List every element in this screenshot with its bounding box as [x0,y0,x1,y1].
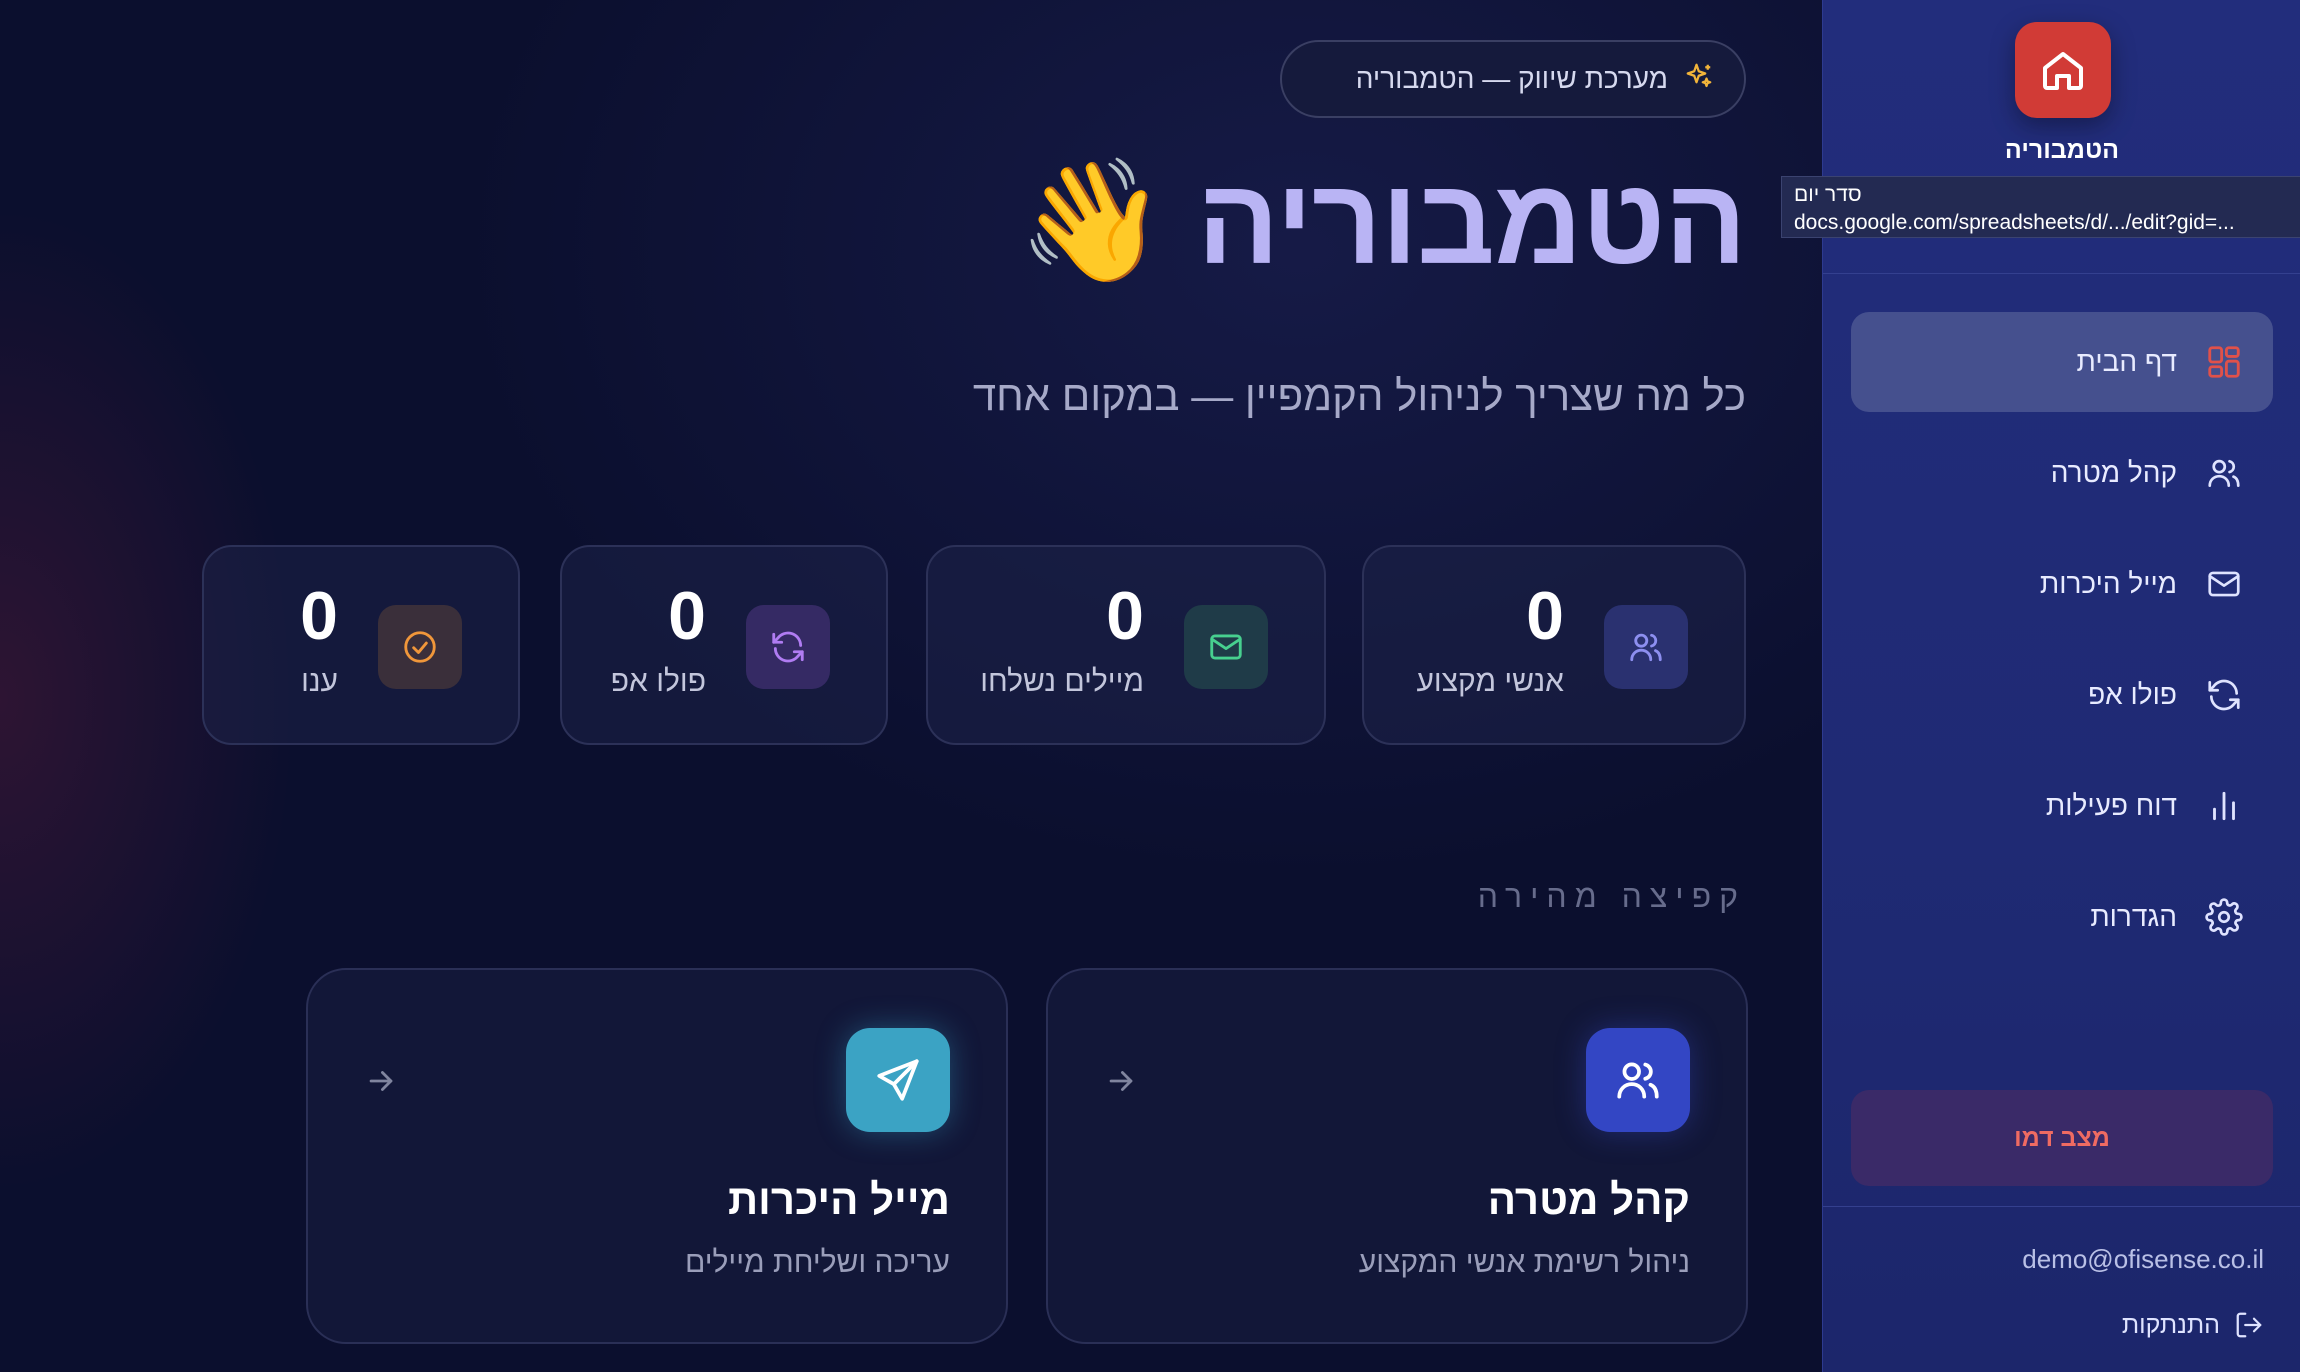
refresh-icon [746,605,830,689]
hero: 👋 הטמבוריה [1017,153,1747,289]
quick-card-intro-mail[interactable]: מייל היכרות עריכה ושליחת מיילים [306,968,1008,1344]
nav-label: דף הבית [2076,346,2177,377]
stat-value: 0 [1526,578,1564,654]
nav-item-activity-report[interactable]: דוח פעילות [1851,756,2273,856]
nav-item-followup[interactable]: פולו אפ [1851,645,2273,745]
stat-card-replied: 0 ענו [202,545,520,745]
send-icon [846,1028,950,1132]
quick-card-desc: ניהול רשימת אנשי המקצוע [1358,1246,1690,1279]
page-title: הטמבוריה [1197,153,1747,289]
waving-hand-icon: 👋 [1017,154,1168,288]
users-icon [1586,1028,1690,1132]
nav-label: מייל היכרות [2039,568,2177,599]
check-circle-icon [378,605,462,689]
nav-item-home[interactable]: דף הבית [1851,312,2273,412]
nav-item-intro-mail[interactable]: מייל היכרות [1851,534,2273,634]
sparkle-icon [1684,61,1714,98]
home-logo-tile[interactable] [2015,22,2111,118]
mail-icon [2208,571,2240,597]
logout-label: התנתקות [2121,1310,2220,1339]
users-icon [2208,459,2240,488]
stat-card-professionals: 0 אנשי מקצוע [1362,545,1746,745]
arrow-right-icon [1109,1071,1133,1091]
arrow-right-icon [369,1071,393,1091]
divider [1823,1206,2300,1207]
users-icon [1604,605,1688,689]
stat-card-followup: 0 פולו אפ [560,545,888,745]
nav-label: הגדרות [2090,901,2177,932]
mail-icon [1184,605,1268,689]
brand-name: הטמבוריה [2004,136,2120,164]
quick-card-title: קהל מטרה [1487,1176,1690,1223]
stat-label: מיילים נשלחו [980,665,1144,698]
system-pill: מערכת שיווק — הטמבוריה [1280,40,1746,118]
nav-label: פולו אפ [2088,679,2177,710]
sidebar: הטמבוריה סדר יום docs.google.com/spreads… [1781,0,2300,1372]
quick-card-desc: עריכה ושליחת מיילים [685,1246,950,1279]
link-tooltip: סדר יום docs.google.com/spreadsheets/d/.… [1781,176,2300,238]
logout-button[interactable]: התנתקות [2122,1310,2264,1340]
tooltip-url: docs.google.com/spreadsheets/d/.../edit?… [1794,211,2235,234]
home-icon [2043,52,2083,90]
stat-label: פולו אפ [610,665,706,698]
stat-value: 0 [668,578,706,654]
quick-card-target-audience[interactable]: קהל מטרה ניהול רשימת אנשי המקצוע [1046,968,1748,1344]
gear-icon [2205,898,2243,936]
divider [1823,273,2300,274]
grid-icon [2208,346,2240,378]
nav-label: קהל מטרה [2050,457,2177,488]
stat-value: 0 [300,578,338,654]
section-title-quick-jump: קפיצה מהירה [1477,878,1746,914]
pill-label: מערכת שיווק — הטמבוריה [1355,63,1668,94]
nav-label: דוח פעילות [2045,790,2177,821]
main-content: מערכת שיווק — הטמבוריה 👋 הטמבוריה כל מה … [0,0,1822,1372]
page-subtitle: כל מה שצריך לניהול הקמפיין — במקום אחד [972,372,1746,419]
stat-value: 0 [1106,578,1144,654]
user-email: demo@ofisense.co.il [2022,1244,2264,1274]
stat-label: אנשי מקצוע [1416,665,1564,698]
refresh-icon [2208,679,2240,711]
stat-card-emails-sent: 0 מיילים נשלחו [926,545,1326,745]
bar-chart-icon [2213,791,2235,821]
quick-card-title: מייל היכרות [728,1176,950,1223]
tooltip-title: סדר יום [1794,183,1862,206]
nav-item-settings[interactable]: הגדרות [1851,867,2273,967]
nav-item-target-audience[interactable]: קהל מטרה [1851,423,2273,523]
stat-label: ענו [301,665,338,698]
demo-mode-button[interactable]: מצב דמו [1851,1090,2273,1186]
logout-icon [2236,1312,2262,1338]
